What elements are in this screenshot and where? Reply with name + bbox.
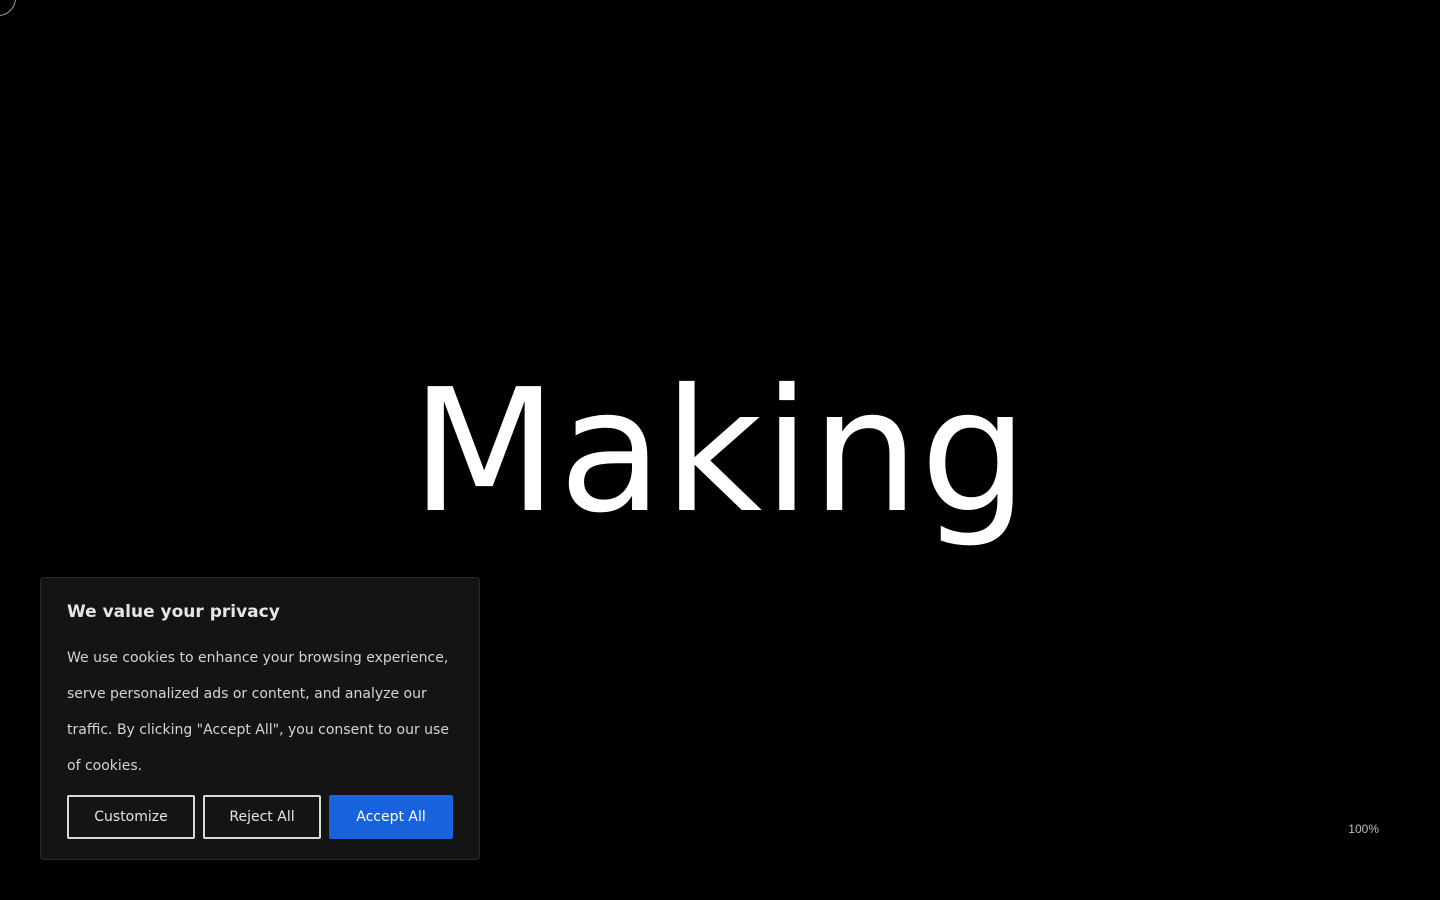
cookie-banner-title: We value your privacy bbox=[67, 602, 280, 622]
cookie-banner-actions: Customize Reject All Accept All bbox=[67, 795, 453, 839]
hero-heading: Making bbox=[410, 353, 1030, 551]
cookie-banner-description: We use cookies to enhance your browsing … bbox=[67, 650, 449, 774]
customize-button[interactable]: Customize bbox=[67, 795, 195, 839]
cookie-consent-banner: We value your privacy We use cookies to … bbox=[40, 577, 480, 860]
accept-all-button[interactable]: Accept All bbox=[329, 795, 453, 839]
page: Making 100% We value your privacy We use… bbox=[0, 0, 1440, 900]
loading-percentage: 100% bbox=[1348, 822, 1379, 836]
cursor-ring-icon bbox=[0, 0, 16, 16]
reject-all-button[interactable]: Reject All bbox=[203, 795, 321, 839]
